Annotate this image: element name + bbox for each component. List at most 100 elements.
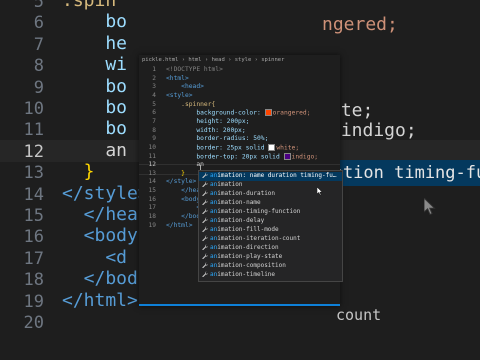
suggestion-label: imation-name <box>217 199 261 206</box>
suggestion-item[interactable]: animation-delay <box>199 217 342 226</box>
breadcrumb-item[interactable]: html <box>188 57 201 63</box>
code-line[interactable]: <html> <box>166 75 189 82</box>
line-number: 12 <box>148 161 156 169</box>
breadcrumb-separator: › <box>178 57 189 63</box>
background-line-number: 17 <box>23 248 44 269</box>
code-line[interactable]: background-color: orangered; <box>166 109 311 117</box>
wrench-icon <box>202 208 208 216</box>
background-line-number: 20 <box>23 313 44 333</box>
suggestion-item[interactable]: animation-timing-function <box>199 208 342 217</box>
code-line[interactable]: border-radius: 50%; <box>166 135 268 142</box>
line-number: 14 <box>148 178 156 186</box>
line-number: 8 <box>152 126 156 134</box>
breadcrumb-separator: › <box>224 57 235 63</box>
color-swatch-icon[interactable] <box>264 109 272 117</box>
code-line[interactable]: } <box>166 170 185 177</box>
background-code-line: </style> <box>62 182 149 204</box>
line-number: 16 <box>148 195 156 203</box>
code-line[interactable]: height: 200px; <box>166 118 249 125</box>
suggestion-label: imation-direction <box>217 244 279 251</box>
line-number: 5 <box>152 100 156 108</box>
code-line[interactable]: border-top: 20px solid indigo; <box>166 152 318 160</box>
breadcrumb-item[interactable]: head <box>212 57 225 63</box>
color-swatch-icon[interactable] <box>268 143 276 151</box>
wrench-icon <box>202 271 208 279</box>
background-code-line: } <box>62 161 95 183</box>
code-text: border-top: 20px solid <box>166 153 284 160</box>
suggestion-label: imation-composition <box>217 262 286 269</box>
code-line[interactable]: </html> <box>166 222 193 229</box>
code-text: </style> <box>166 178 197 186</box>
line-number: 15 <box>148 187 156 195</box>
background-code-line: bo <box>62 97 128 118</box>
line-number: 10 <box>148 143 156 151</box>
code-line[interactable]: <style> <box>166 92 193 99</box>
suggestion-item[interactable]: animation-timeline <box>199 271 342 280</box>
background-fragment: lindigo; <box>330 120 417 141</box>
background-line-number: 10 <box>23 99 44 119</box>
code-line[interactable]: border: 25px solid white; <box>166 143 299 152</box>
background-code-line: </head <box>62 204 149 225</box>
suggestion-label: imation-delay <box>217 217 265 224</box>
line-number: 18 <box>148 213 156 221</box>
background-line-number: 7 <box>33 34 44 55</box>
code-line[interactable]: </style> <box>166 178 196 185</box>
suggestion-item[interactable]: animation-composition <box>199 262 342 271</box>
background-line-number: 14 <box>23 184 44 205</box>
line-number: 11 <box>148 152 156 160</box>
suggestion-item[interactable]: animation-direction <box>199 244 342 253</box>
suggestion-label: imation-duration <box>217 190 276 197</box>
background-line-number: 9 <box>33 77 44 98</box>
code-text: width: 200px; <box>166 126 246 134</box>
code-line[interactable]: an <box>166 161 204 168</box>
code-text: <html> <box>166 74 189 82</box>
background-line-number: 19 <box>23 291 44 312</box>
breadcrumb[interactable]: pickle.html › html › head › style › spin… <box>139 55 340 66</box>
code-line[interactable]: <body <box>166 196 200 203</box>
wrench-icon <box>202 244 208 252</box>
code-text: border: 25px solid <box>166 144 269 152</box>
code-line[interactable]: .spinner{ <box>166 101 215 108</box>
background-code-line: bo <box>62 75 128 97</box>
background-line-number: 16 <box>23 227 44 248</box>
code-text: <!DOCTYPE html> <box>166 66 223 73</box>
background-fragment: ngered; <box>322 14 398 35</box>
background-code-line: <body <box>62 225 138 247</box>
code-text: <body <box>166 195 201 203</box>
line-number: 2 <box>152 74 156 82</box>
line-number: 7 <box>152 117 156 125</box>
background-code-line: bo <box>62 11 128 33</box>
background-code-line: bo <box>62 118 128 140</box>
breadcrumb-item[interactable]: pickle.html <box>142 57 178 63</box>
code-text: background-color: <box>166 109 265 117</box>
background-fragment: count <box>336 306 382 324</box>
suggestion-label: imation-fill-mode <box>217 226 279 233</box>
suggestion-item[interactable]: animation-iteration-count <box>199 235 342 244</box>
line-number: 9 <box>152 135 156 143</box>
wrench-icon <box>202 217 208 225</box>
wrench-icon <box>202 235 208 243</box>
wrench-icon <box>202 199 208 207</box>
code-line[interactable]: width: 200px; <box>166 126 246 134</box>
wrench-icon <box>202 262 208 270</box>
suggestion-item[interactable]: animation-play-state <box>199 253 342 262</box>
mouse-pointer-icon <box>424 198 436 216</box>
code-line[interactable]: <head> <box>166 83 204 90</box>
background-code-line: wi <box>62 54 128 76</box>
suggestion-item[interactable]: animation-fill-mode <box>199 226 342 235</box>
wrench-icon <box>202 226 208 234</box>
code-text: </html> <box>166 221 193 229</box>
code-text: } <box>166 169 185 177</box>
breadcrumb-item[interactable]: spinner <box>261 57 284 63</box>
suggestion-item[interactable]: animation: name duration timing-fu… <box>199 172 342 181</box>
suggestion-label: imation: name duration timing-fu… <box>217 172 337 179</box>
mouse-pointer-icon <box>317 187 323 196</box>
breadcrumb-item[interactable]: style <box>235 57 252 63</box>
color-swatch-icon[interactable] <box>283 152 291 160</box>
code-text: .spinner{ <box>166 100 216 108</box>
wrench-icon <box>202 181 208 189</box>
code-line[interactable]: <!DOCTYPE html> <box>166 66 223 73</box>
suggestion-label: imation-timeline <box>217 271 276 278</box>
wrench-icon <box>202 253 208 261</box>
suggestion-item[interactable]: animation-name <box>199 199 342 208</box>
